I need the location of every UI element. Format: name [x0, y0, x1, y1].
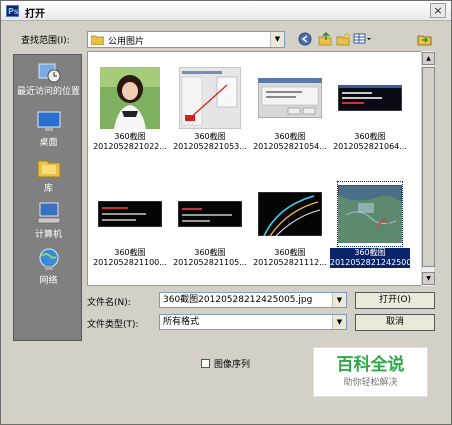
close-button[interactable]: × [430, 3, 446, 18]
libraries-icon [36, 155, 62, 179]
back-button[interactable] [297, 31, 313, 48]
cancel-button[interactable]: 取消 [355, 314, 435, 331]
place-network[interactable]: 网络 [14, 247, 83, 286]
filename-label: 文件名(N): [87, 298, 131, 308]
file-name: 360截图 2012052821054... [253, 132, 327, 151]
open-dialog: Ps 打开 × 查找范围(I): 公用图片 ▼ 最近访问的位置 桌面 库 计算机… [0, 0, 452, 425]
vertical-scrollbar[interactable]: ▲ ▼ [421, 51, 435, 286]
watermark-subtitle: 助你轻松解决 [343, 378, 398, 388]
file-name: 360截图 20120528212425005.jpg [330, 248, 432, 268]
file-item[interactable]: 360截图 2012052821100... [90, 182, 170, 274]
place-label-network: 网络 [39, 276, 58, 286]
file-name: 360截图 2012052821112... [253, 248, 327, 267]
lookin-value: 公用图片 [108, 37, 145, 47]
place-computer[interactable]: 计算机 [14, 201, 83, 240]
file-item[interactable]: 360截图 2012052821112... [250, 182, 330, 274]
chevron-down-icon[interactable]: ▼ [270, 32, 284, 47]
filetype-value: 所有格式 [163, 317, 200, 327]
filename-input[interactable]: 360截图20120528212425005.jpg ▼ [159, 292, 347, 308]
place-label-libraries: 库 [43, 184, 53, 194]
lookin-label: 查找范围(I): [21, 36, 70, 46]
file-thumbnail [338, 66, 402, 130]
title-bar[interactable]: Ps 打开 × [1, 1, 451, 21]
chevron-down-icon[interactable]: ▼ [332, 293, 346, 307]
scroll-down-button[interactable]: ▼ [422, 272, 435, 285]
desktop-icon [36, 109, 62, 133]
file-name: 360截图 2012052821105... [173, 248, 247, 267]
back-arrow-icon [298, 32, 312, 46]
file-item[interactable]: 360截图 2012052821064... [330, 66, 410, 158]
up-folder-icon [318, 31, 331, 46]
file-thumbnail [258, 182, 322, 246]
scroll-up-button[interactable]: ▲ [422, 52, 435, 65]
dialog-title: 打开 [25, 9, 45, 20]
file-item-selected[interactable]: 360截图 20120528212425005.jpg [330, 181, 432, 274]
filetype-label: 文件类型(T): [87, 320, 139, 330]
folder-shortcut-button[interactable] [415, 31, 433, 48]
place-label-computer: 计算机 [34, 230, 62, 240]
scroll-thumb[interactable] [422, 67, 435, 267]
file-name: 360截图 2012052821064... [333, 132, 407, 151]
file-item[interactable]: 360截图 2012052821022... [90, 66, 170, 158]
photoshop-app-icon: Ps [6, 5, 19, 17]
up-folder-button[interactable] [317, 31, 333, 48]
checkbox-box[interactable] [201, 359, 210, 368]
filetype-select[interactable]: 所有格式 ▼ [159, 314, 347, 330]
place-desktop[interactable]: 桌面 [14, 109, 83, 148]
place-label-recent: 最近访问的位置 [16, 87, 80, 97]
new-folder-button[interactable] [335, 31, 351, 48]
file-item[interactable]: 360截图 2012052821053... [170, 66, 250, 158]
file-list[interactable]: 360截图 2012052821022... 360截图 2012052821053… [87, 51, 434, 286]
place-recent[interactable]: 最近访问的位置 [14, 61, 83, 98]
computer-icon [36, 201, 62, 225]
file-thumbnail [98, 66, 162, 130]
watermark-title: 百科全说 [336, 355, 405, 375]
file-thumbnail [98, 182, 162, 246]
folder-shortcut-icon [417, 35, 431, 46]
watermark-logo: 百科全说 助你轻松解决 [313, 347, 428, 397]
file-item[interactable]: 360截图 2012052821054... [250, 66, 330, 158]
place-libraries[interactable]: 库 [14, 155, 83, 194]
file-item[interactable]: 360截图 2012052821105... [170, 182, 250, 274]
file-thumbnail [337, 181, 403, 247]
network-icon [36, 247, 62, 271]
places-bar: 最近访问的位置 桌面 库 计算机 网络 [13, 54, 82, 341]
file-thumbnail [258, 66, 322, 130]
file-name: 360截图 2012052821100... [93, 248, 167, 267]
recent-places-icon [36, 61, 62, 85]
image-sequence-checkbox[interactable]: 图像序列 [201, 357, 250, 370]
file-name: 360截图 2012052821053... [173, 132, 247, 151]
chevron-down-icon[interactable]: ▼ [332, 315, 346, 329]
lookin-combo[interactable]: 公用图片 ▼ [87, 31, 285, 48]
view-menu-icon [353, 33, 371, 44]
new-folder-icon [336, 32, 351, 46]
image-sequence-label: 图像序列 [214, 360, 251, 370]
view-menu-button[interactable] [353, 31, 373, 48]
folder-icon [91, 35, 104, 45]
place-label-desktop: 桌面 [39, 138, 58, 148]
filename-value: 360截图20120528212425005.jpg [163, 295, 313, 305]
file-thumbnail [178, 182, 242, 246]
file-name: 360截图 2012052821022... [93, 132, 167, 151]
file-thumbnail [178, 66, 242, 130]
open-button[interactable]: 打开(O) [355, 292, 435, 309]
